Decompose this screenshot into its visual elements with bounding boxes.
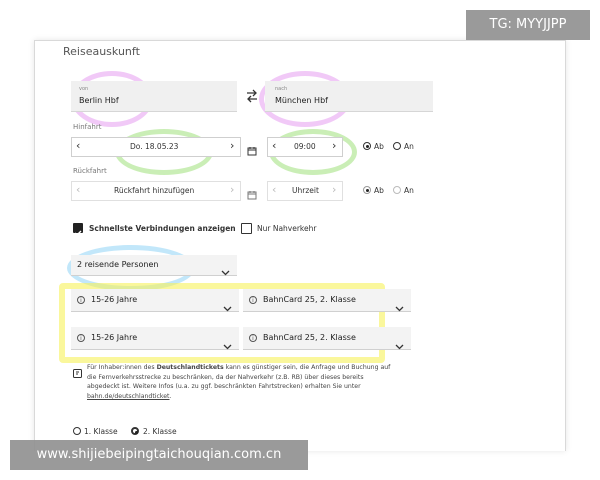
to-label: nach [275,86,288,92]
outbound-an-label: An [404,142,414,151]
passenger-1-card: BahnCard 25, 2. Klasse [263,295,356,304]
second-class-radio[interactable] [131,427,139,435]
from-value: Berlin Hbf [79,96,119,105]
deutschlandticket-notice: Für Inhaber:innen des Deutschlandtickets… [87,364,391,400]
from-label: von [79,86,89,92]
chevron-right-icon[interactable]: › [230,184,234,195]
chevron-right-icon[interactable]: › [332,140,336,151]
return-date-picker[interactable]: ‹ Rückfahrt hinzufügen › [71,181,241,201]
first-class-radio[interactable] [73,427,81,435]
fastest-label: Schnellste Verbindungen anzeigen [89,224,236,233]
outbound-time-picker[interactable]: ‹ 09:00 › [267,137,343,157]
swap-arrows-icon[interactable] [245,88,259,103]
chevron-left-icon[interactable]: ‹ [272,140,276,151]
outbound-ab-label: Ab [374,142,384,151]
calendar-icon[interactable] [247,185,257,200]
travelers-dropdown[interactable]: 2 reisende Personen [71,255,237,276]
chevron-down-icon [395,297,404,316]
outbound-date-picker[interactable]: ‹ Do. 18.05.23 › [71,137,241,157]
chevron-left-icon[interactable]: ‹ [272,184,276,195]
to-field[interactable]: nach München Hbf [265,81,433,112]
chevron-down-icon [223,335,232,354]
form-title: Reiseauskunft [63,45,140,58]
journey-planner-card: Reiseauskunft von Berlin Hbf nach Münche… [34,40,566,451]
info-icon: i [249,334,257,342]
second-class-label: 2. Klasse [143,427,177,436]
chevron-left-icon[interactable]: ‹ [76,140,80,151]
chevron-left-icon[interactable]: ‹ [76,184,80,195]
chevron-right-icon[interactable]: › [332,184,336,195]
return-time-picker[interactable]: ‹ Uhrzeit › [267,181,343,201]
local-only-checkbox[interactable] [241,223,252,234]
passenger-2-card: BahnCard 25, 2. Klasse [263,333,356,342]
return-date-placeholder: Rückfahrt hinzufügen [114,186,195,195]
chevron-right-icon[interactable]: › [230,140,234,151]
return-label: Rückfahrt [73,167,107,175]
watermark-top-text: TG: MYYJJPP [489,17,567,32]
local-only-label: Nur Nahverkehr [257,224,317,233]
outbound-date: Do. 18.05.23 [130,142,179,151]
chevron-down-icon [395,335,404,354]
info-icon: i [249,296,257,304]
notice-link[interactable]: bahn.de/deutschlandticket [87,393,169,400]
to-value: München Hbf [275,96,328,105]
passenger-1-card-dropdown[interactable]: i BahnCard 25, 2. Klasse [243,289,411,312]
passenger-2-card-dropdown[interactable]: i BahnCard 25, 2. Klasse [243,327,411,350]
outbound-ab-radio[interactable] [363,142,371,150]
chevron-down-icon [221,261,230,280]
info-icon: i [77,334,85,342]
chevron-down-icon [223,297,232,316]
notice-line-2: die Fernverkehrsstrecke zu beschränken, … [87,373,364,381]
outbound-label: Hinfahrt [73,123,102,131]
notice-bold: Deutschlandtickets [156,364,224,371]
passenger-1-age-dropdown[interactable]: i 15-26 Jahre [71,289,239,312]
notice-intro: Für Inhaber:innen des [87,364,155,371]
watermark-bottom: www.shijiebeipingtaichouqian.com.cn [10,440,308,470]
first-class-label: 1. Klasse [84,427,118,436]
outbound-an-radio[interactable] [393,142,401,150]
watermark-bottom-text: www.shijiebeipingtaichouqian.com.cn [36,447,282,462]
ticket-info-icon [73,363,82,378]
notice-line-3: abgedeckt ist. Weitere Infos (u.a. zu gg… [87,383,361,390]
info-icon: i [77,296,85,304]
from-field[interactable]: von Berlin Hbf [71,81,237,112]
fastest-checkbox[interactable] [73,223,83,236]
return-time-placeholder: Uhrzeit [292,186,319,195]
return-ab-radio[interactable] [363,186,371,194]
watermark-top: TG: MYYJJPP [466,10,590,40]
notice-rest: kann es günstiger sein, die Anfrage und … [225,364,391,371]
passenger-2-age: 15-26 Jahre [91,333,138,342]
calendar-icon[interactable] [247,141,257,156]
return-an-radio[interactable] [393,186,401,194]
return-ab-label: Ab [374,186,384,195]
passenger-1-age: 15-26 Jahre [91,295,138,304]
outbound-time: 09:00 [294,142,316,151]
passenger-2-age-dropdown[interactable]: i 15-26 Jahre [71,327,239,350]
travelers-value: 2 reisende Personen [77,260,159,269]
return-an-label: An [404,186,414,195]
